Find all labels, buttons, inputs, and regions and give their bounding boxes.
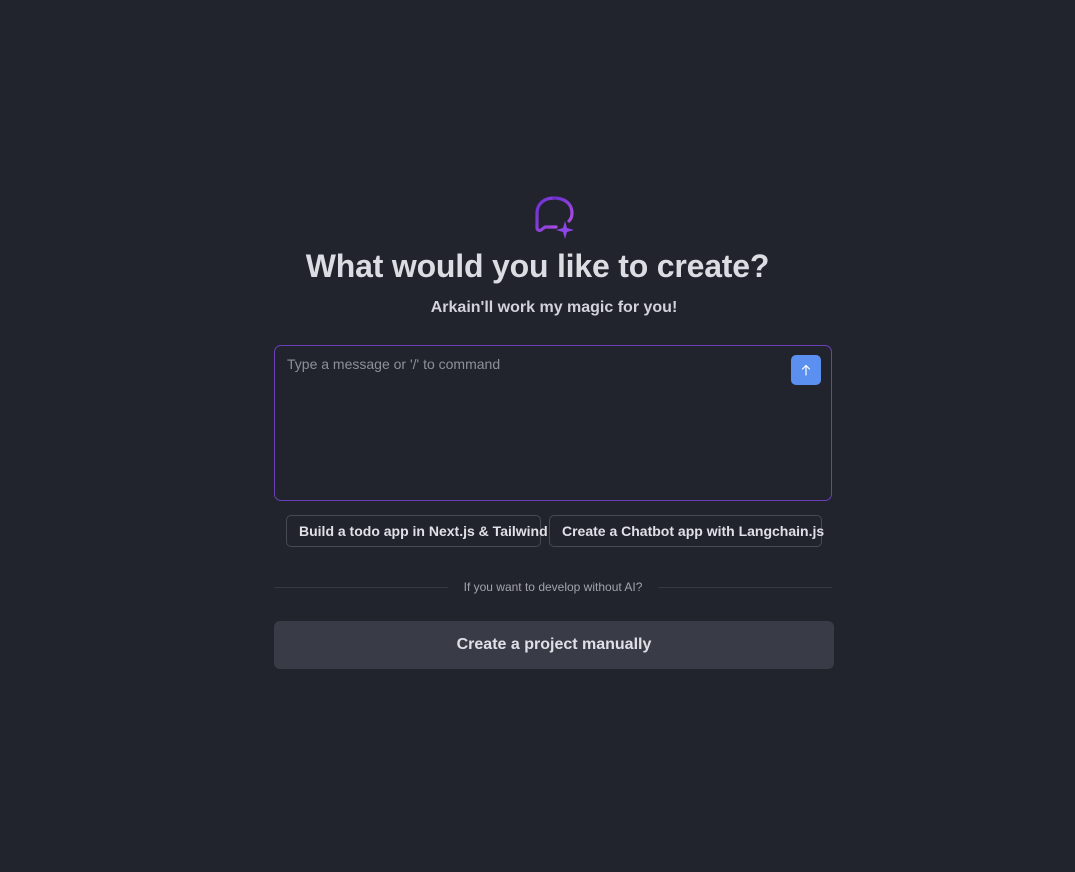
- send-button[interactable]: [791, 355, 821, 385]
- divider-text: If you want to develop without AI?: [463, 580, 643, 594]
- prompt-box: [274, 345, 832, 501]
- suggestion-todo-app-button[interactable]: Build a todo app in Next.js & Tailwind: [286, 515, 548, 547]
- arrow-up-icon: [801, 364, 811, 376]
- message-input[interactable]: [287, 356, 777, 490]
- create-page: What would you like to create? Arkain'll…: [0, 0, 1075, 872]
- suggestion-chatbot-app-button[interactable]: Create a Chatbot app with Langchain.js: [549, 515, 824, 547]
- chat-sparkle-icon: [535, 196, 574, 239]
- divider-line-right: [658, 587, 832, 588]
- page-title: What would you like to create?: [305, 248, 770, 284]
- create-project-manually-button[interactable]: Create a project manually: [274, 621, 834, 669]
- divider-line-left: [274, 587, 448, 588]
- page-subtitle: Arkain'll work my magic for you!: [430, 299, 678, 316]
